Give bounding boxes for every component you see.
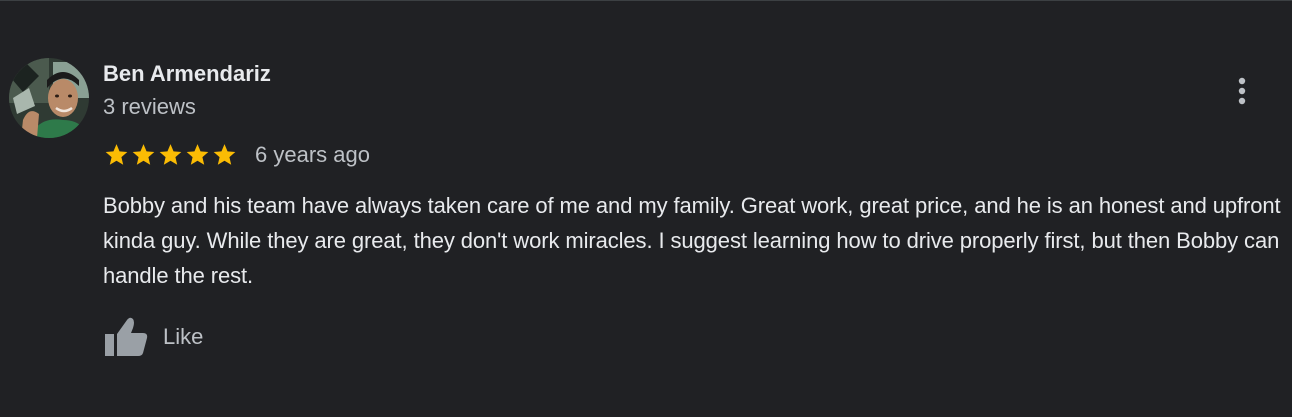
more-options-button[interactable] bbox=[1226, 71, 1258, 111]
review-date: 6 years ago bbox=[255, 142, 370, 167]
review-count[interactable]: 3 reviews bbox=[103, 94, 196, 120]
more-vert-icon bbox=[1238, 77, 1246, 105]
like-label: Like bbox=[163, 324, 204, 349]
star-icon bbox=[159, 144, 182, 165]
review-card: Ben Armendariz 3 reviews 6 years ago Bob… bbox=[0, 0, 1292, 417]
star-icon bbox=[213, 144, 236, 165]
avatar[interactable] bbox=[9, 58, 89, 138]
rating-row: 6 years ago bbox=[103, 141, 370, 169]
star-icon bbox=[132, 144, 155, 165]
thumb-up-icon bbox=[105, 317, 148, 356]
star-rating bbox=[103, 142, 238, 168]
star-icon bbox=[105, 144, 128, 165]
like-button[interactable]: Like bbox=[103, 315, 203, 359]
avatar-photo bbox=[9, 58, 89, 138]
author-name[interactable]: Ben Armendariz bbox=[103, 61, 271, 87]
star-icon bbox=[186, 144, 209, 165]
review-text: Bobby and his team have always taken car… bbox=[103, 193, 1281, 288]
